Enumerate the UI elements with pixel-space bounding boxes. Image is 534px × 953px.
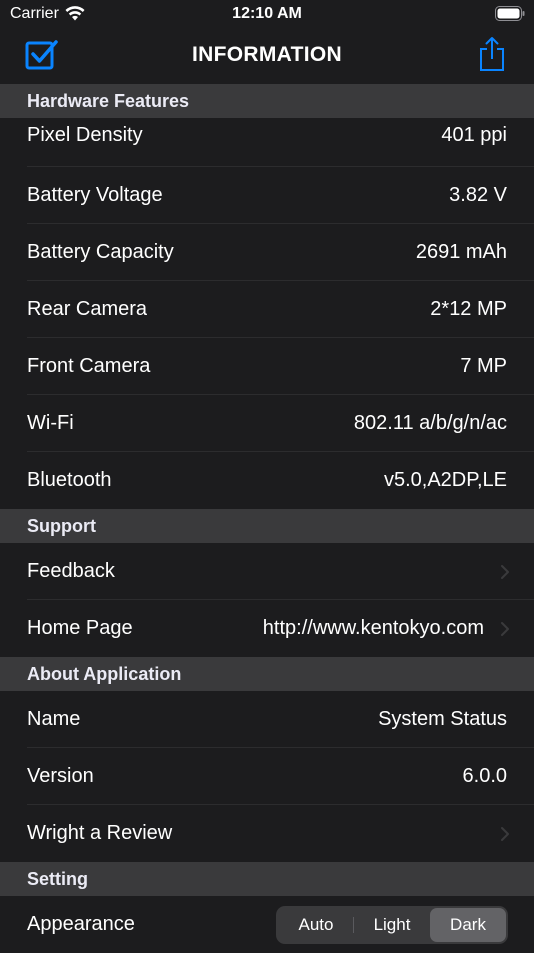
info-list: Hardware Features Pixel Density 401 ppi … xyxy=(0,84,534,953)
row-pixel-density: Pixel Density 401 ppi xyxy=(0,118,534,167)
nav-bar: INFORMATION xyxy=(0,28,534,84)
row-label: Battery Capacity xyxy=(27,241,174,263)
row-value: 3.82 V xyxy=(449,184,507,206)
row-wifi: Wi-Fi 802.11 a/b/g/n/ac xyxy=(0,395,534,452)
chevron-right-icon xyxy=(501,827,509,841)
row-feedback[interactable]: Feedback xyxy=(0,543,534,600)
row-rear-camera: Rear Camera 2*12 MP xyxy=(0,281,534,338)
status-bar: Carrier 12:10 AM xyxy=(0,0,534,28)
share-icon[interactable] xyxy=(478,36,506,72)
status-time: 12:10 AM xyxy=(232,5,302,22)
row-name: Name System Status xyxy=(0,691,534,748)
section-header-hardware: Hardware Features xyxy=(0,84,534,118)
row-label: Appearance xyxy=(27,913,135,935)
row-label: Name xyxy=(27,708,81,730)
segment-auto[interactable]: Auto xyxy=(278,908,354,942)
row-label: Feedback xyxy=(27,560,115,582)
row-value: 6.0.0 xyxy=(462,765,507,787)
row-label: Wi-Fi xyxy=(27,412,74,434)
row-value: 2*12 MP xyxy=(430,298,507,320)
chevron-right-icon xyxy=(501,565,509,579)
section-header-support: Support xyxy=(0,509,534,543)
row-version: Version 6.0.0 xyxy=(0,748,534,805)
row-bluetooth: Bluetooth v5.0,A2DP,LE xyxy=(0,452,534,509)
row-value: System Status xyxy=(378,708,507,730)
row-value: 401 ppi xyxy=(441,124,507,146)
chevron-right-icon xyxy=(501,622,509,636)
row-write-review[interactable]: Wright a Review xyxy=(0,805,534,862)
section-header-about: About Application xyxy=(0,657,534,691)
row-battery-voltage: Battery Voltage 3.82 V xyxy=(0,167,534,224)
row-battery-capacity: Battery Capacity 2691 mAh xyxy=(0,224,534,281)
page-title: INFORMATION xyxy=(192,43,342,66)
row-label: Pixel Density xyxy=(27,124,143,146)
row-label: Front Camera xyxy=(27,355,151,377)
row-label: Version xyxy=(27,765,94,787)
row-label: Wright a Review xyxy=(27,822,173,844)
row-value: v5.0,A2DP,LE xyxy=(383,469,507,491)
battery-icon xyxy=(495,6,525,21)
row-label: Rear Camera xyxy=(27,298,148,320)
row-front-camera: Front Camera 7 MP xyxy=(0,338,534,395)
row-label: Battery Voltage xyxy=(27,184,163,206)
row-value: 2691 mAh xyxy=(415,241,507,263)
row-home-page[interactable]: Home Page http://www.kentokyo.com xyxy=(0,600,534,657)
segment-light[interactable]: Light xyxy=(354,908,430,942)
row-appearance: Appearance Auto Light Dark xyxy=(0,896,534,953)
row-value: http://www.kentokyo.com xyxy=(262,617,484,639)
segment-dark[interactable]: Dark xyxy=(430,908,506,942)
section-header-setting: Setting xyxy=(0,862,534,896)
appearance-segmented-control: Auto Light Dark xyxy=(276,906,508,944)
row-value: 802.11 a/b/g/n/ac xyxy=(353,412,507,434)
row-label: Bluetooth xyxy=(27,469,112,491)
row-label: Home Page xyxy=(27,617,133,639)
row-value: 7 MP xyxy=(460,355,507,377)
